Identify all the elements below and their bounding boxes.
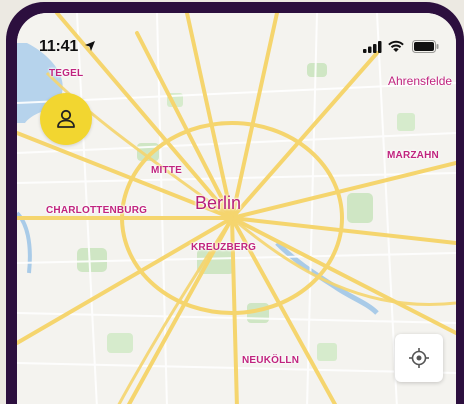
wifi-icon	[388, 40, 404, 52]
district-label-neukoelln: NEUKÖLLN	[242, 355, 300, 366]
phone-frame: TEGEL Ahrensfelde MITTE MARZAHN Berlin C…	[6, 2, 464, 404]
profile-button[interactable]	[40, 93, 92, 145]
district-label-mitte: MITTE	[151, 165, 182, 176]
park	[397, 113, 415, 131]
locate-me-button[interactable]	[395, 334, 443, 382]
park	[317, 343, 337, 361]
park	[107, 333, 133, 353]
park	[307, 63, 327, 77]
cellular-signal-icon	[363, 41, 382, 53]
district-label-tegel: TEGEL	[49, 68, 84, 79]
battery-icon	[412, 40, 439, 53]
park	[347, 193, 373, 223]
district-label-marzahn: MARZAHN	[387, 150, 439, 161]
user-icon	[57, 109, 75, 128]
place-label-ahrensfelde: Ahrensfelde	[388, 74, 453, 88]
district-label-charlottenburg: CHARLOTTENBURG	[46, 205, 148, 216]
city-label-berlin: Berlin	[195, 193, 242, 213]
status-bar: 11:41	[17, 13, 456, 57]
map-screen[interactable]: TEGEL Ahrensfelde MITTE MARZAHN Berlin C…	[17, 13, 456, 404]
locate-crosshair-icon	[409, 348, 429, 368]
district-label-kreuzberg: KREUZBERG	[191, 242, 257, 253]
status-time: 11:41	[39, 38, 79, 55]
location-arrow-icon	[85, 41, 95, 51]
park	[77, 248, 107, 272]
